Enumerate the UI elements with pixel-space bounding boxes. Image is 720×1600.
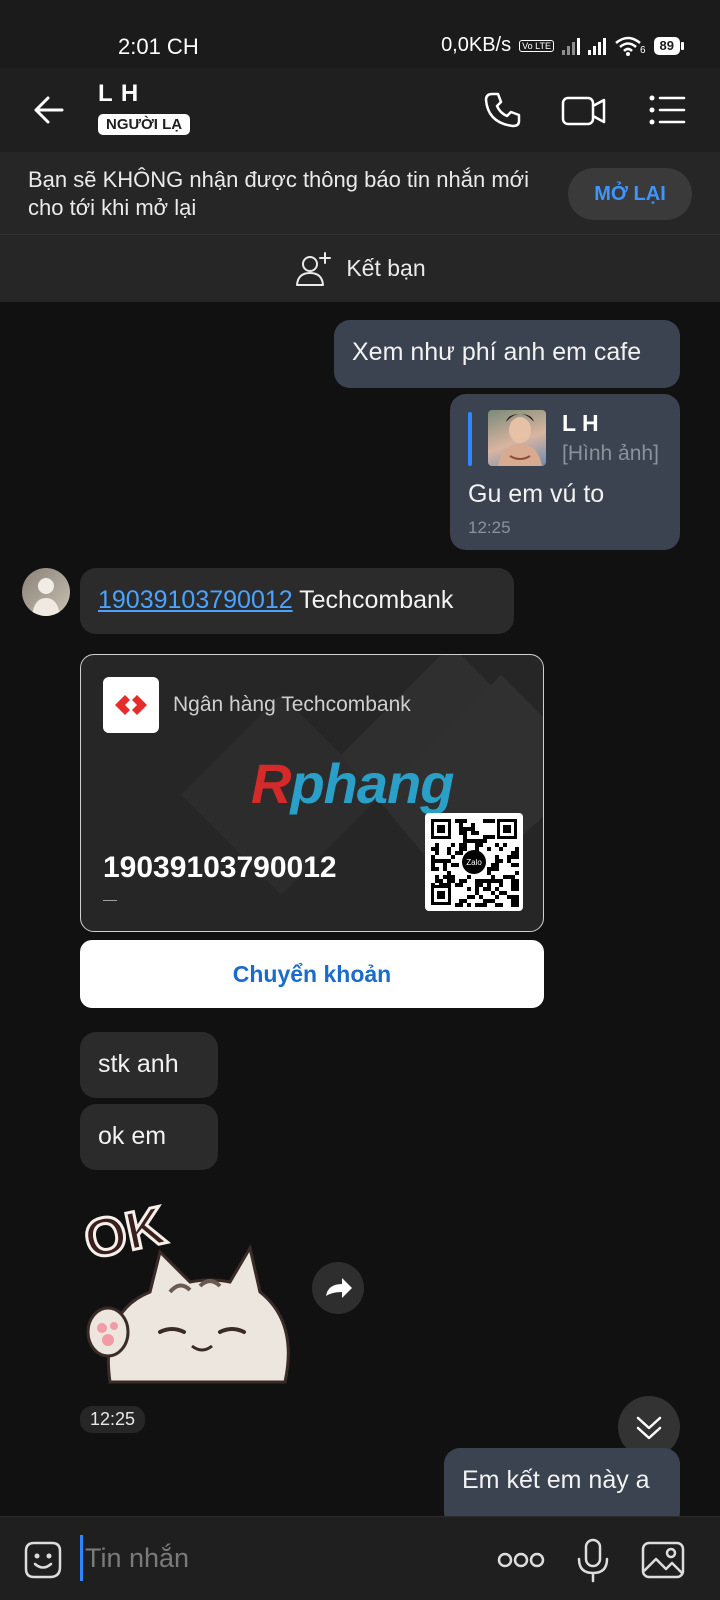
message-text: stk anh — [98, 1050, 179, 1078]
status-bar: 2:01 CH 0,0KB/s Vo LTE 6 89 — [0, 0, 720, 68]
transfer-button[interactable]: Chuyển khoản — [80, 940, 544, 1008]
account-number: 19039103790012 — [103, 851, 337, 884]
watermark-logo: Rphang — [251, 752, 454, 815]
emoji-icon — [24, 1541, 62, 1579]
menu-button[interactable] — [644, 88, 688, 132]
add-friend-button[interactable]: Kết bạn — [0, 234, 720, 302]
status-icons: 0,0KB/s Vo LTE 6 89 — [441, 34, 684, 57]
signal-icon — [561, 37, 580, 55]
stranger-badge: NGƯỜI LẠ — [98, 114, 191, 135]
net-speed: 0,0KB/s — [441, 34, 512, 56]
sticker-button[interactable] — [20, 1537, 66, 1583]
back-button[interactable] — [28, 88, 72, 132]
reopen-button[interactable]: MỞ LẠI — [568, 168, 692, 220]
quote-image-thumbnail[interactable] — [488, 410, 546, 466]
qr-code[interactable]: Zalo — [425, 813, 523, 911]
call-button[interactable] — [480, 88, 524, 132]
quote-type: [Hình ảnh] — [562, 442, 659, 465]
list-menu-icon — [649, 95, 686, 125]
arrow-left-icon — [34, 96, 64, 124]
message-text: ok em — [98, 1122, 167, 1150]
more-options-button[interactable] — [496, 1537, 546, 1583]
status-time: 2:01 CH — [118, 34, 199, 59]
message-bubble-incoming[interactable]: ok em — [80, 1104, 218, 1170]
wifi-icon: 6 — [614, 36, 646, 56]
message-input[interactable] — [80, 1535, 460, 1581]
message-text: Em kết em này a — [462, 1466, 650, 1494]
lte-icon: Vo LTE — [519, 39, 554, 52]
account-holder: — — [103, 891, 117, 907]
message-text: Gu em vú to — [468, 480, 605, 508]
image-icon — [641, 1541, 685, 1579]
contact-name[interactable]: L H — [98, 80, 139, 108]
sender-avatar[interactable] — [22, 568, 70, 616]
message-bubble-outgoing[interactable]: Em kết em này a — [444, 1448, 680, 1516]
add-friend-label: Kết bạn — [346, 255, 426, 281]
forward-button[interactable] — [312, 1262, 364, 1314]
chat-header: L H NGƯỜI LẠ — [0, 68, 720, 152]
message-bubble-reply[interactable]: L H [Hình ảnh] Gu em vú to 12:25 — [450, 394, 680, 550]
message-bubble-outgoing[interactable]: Xem như phí anh em cafe — [334, 320, 680, 388]
signal-icon-2 — [587, 37, 606, 55]
share-arrow-icon — [326, 1278, 352, 1298]
composer-bar — [0, 1516, 720, 1600]
battery-level: 89 — [653, 36, 680, 55]
add-user-icon — [296, 251, 332, 286]
bank-name: Ngân hàng Techcombank — [173, 693, 411, 716]
gallery-button[interactable] — [640, 1537, 686, 1583]
zalo-logo: Zalo — [466, 858, 482, 867]
notice-text: Bạn sẽ KHÔNG nhận được thông báo tin nhắ… — [28, 167, 529, 220]
message-text: Xem như phí anh em cafe — [352, 338, 642, 366]
quote-sender: L H — [562, 410, 599, 436]
voice-button[interactable] — [570, 1537, 616, 1583]
wifi-num: 6 — [639, 44, 646, 56]
battery-icon: 89 — [653, 36, 684, 55]
message-bubble-incoming[interactable]: 19039103790012 Techcombank — [80, 568, 514, 634]
message-bubble-incoming[interactable]: stk anh — [80, 1032, 218, 1098]
chat-messages[interactable]: Xem như phí anh em cafe L H [Hình ảnh] G… — [0, 302, 720, 1516]
phone-icon — [484, 92, 521, 128]
notification-notice: Bạn sẽ KHÔNG nhận được thông báo tin nhắ… — [0, 152, 720, 234]
bank-name-text: Techcombank — [299, 586, 454, 614]
message-time: 12:25 — [468, 518, 511, 537]
bank-account-card[interactable]: Ngân hàng Techcombank Rphang 19039103790… — [80, 654, 544, 932]
more-dots-icon — [497, 1552, 545, 1568]
quote-bar — [468, 412, 472, 466]
video-camera-icon — [561, 96, 606, 126]
techcombank-logo — [103, 677, 159, 733]
account-number-link[interactable]: 19039103790012 — [98, 586, 293, 614]
microphone-icon — [577, 1538, 609, 1583]
video-call-button[interactable] — [560, 88, 608, 132]
sticker-cat-ok[interactable]: OK — [77, 1182, 300, 1402]
message-time-chip: 12:25 — [80, 1406, 146, 1433]
